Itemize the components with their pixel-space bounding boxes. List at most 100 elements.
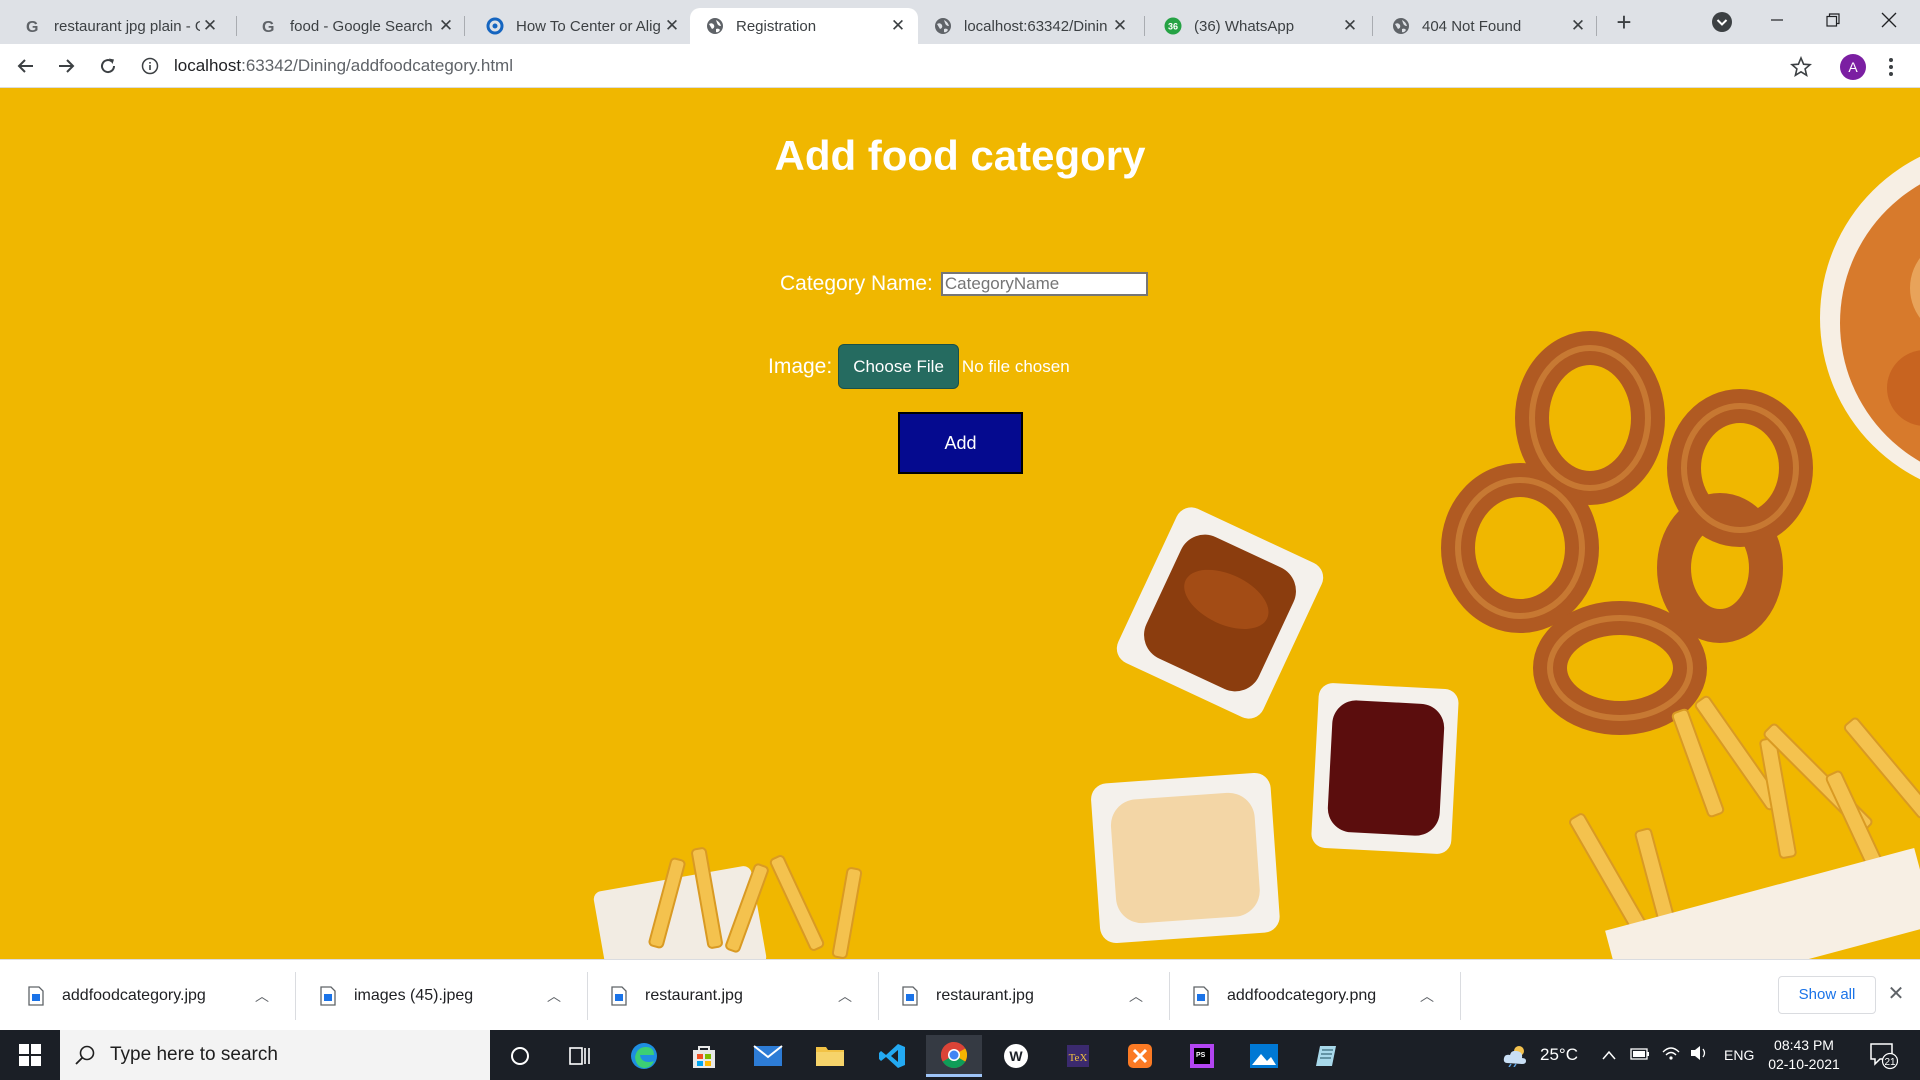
volume-icon[interactable]: [1690, 1045, 1708, 1065]
weather-widget[interactable]: 25°C: [1502, 1030, 1578, 1080]
tab-registration[interactable]: Registration ✕: [690, 8, 918, 44]
xampp-icon[interactable]: [1112, 1035, 1168, 1077]
new-tab-button[interactable]: +: [1608, 8, 1640, 36]
chevron-up-icon[interactable]: ︿: [252, 986, 272, 1006]
back-button[interactable]: [12, 52, 40, 80]
phpstorm-icon[interactable]: PS: [1174, 1035, 1230, 1077]
task-view-icon[interactable]: [552, 1035, 608, 1077]
profile-avatar[interactable]: A: [1840, 54, 1866, 80]
food-background-image: [593, 156, 1920, 959]
download-filename: images (45).jpeg: [354, 986, 474, 1004]
download-item[interactable]: restaurant.jpg ︿: [874, 960, 1146, 1031]
wifi-icon[interactable]: [1662, 1045, 1680, 1065]
close-window-button[interactable]: [1862, 0, 1916, 40]
address-bar[interactable]: localhost:63342/Dining/addfoodcategory.h…: [140, 49, 1790, 83]
store-icon[interactable]: [676, 1035, 732, 1077]
close-tab-icon[interactable]: ✕: [436, 16, 456, 36]
app-w-icon[interactable]: W: [988, 1035, 1044, 1077]
tab-how-to-center[interactable]: How To Center or Alig ✕: [470, 8, 692, 44]
menu-icon[interactable]: [1888, 56, 1894, 78]
close-tab-icon[interactable]: ✕: [1340, 16, 1360, 36]
url-host: localhost: [174, 56, 242, 75]
reload-button[interactable]: [94, 52, 122, 80]
close-shelf-icon[interactable]: ✕: [1884, 982, 1908, 1006]
edge-icon[interactable]: [616, 1035, 672, 1077]
chevron-up-icon[interactable]: ︿: [544, 986, 564, 1006]
image-label: Image:: [768, 354, 833, 378]
tab-localhost[interactable]: localhost:63342/Dinin ✕: [918, 8, 1140, 44]
download-item[interactable]: images (45).jpeg ︿: [292, 960, 564, 1031]
browser-toolbar: localhost:63342/Dining/addfoodcategory.h…: [0, 44, 1920, 88]
weather-cloud-icon: [1503, 1046, 1526, 1067]
choose-file-button[interactable]: Choose File: [838, 344, 959, 389]
restore-button[interactable]: [1806, 0, 1860, 40]
tab-food-search[interactable]: G food - Google Search ✕: [244, 8, 466, 44]
download-item[interactable]: restaurant.jpg ︿: [583, 960, 855, 1031]
file-explorer-icon[interactable]: [802, 1035, 858, 1077]
chrome-icon[interactable]: [926, 1035, 982, 1077]
latex-editor-icon[interactable]: TeX: [1050, 1035, 1106, 1077]
tab-strip: G restaurant jpg plain - G ✕ G food - Go…: [0, 0, 1920, 44]
page-title: Add food category: [774, 132, 1146, 179]
battery-icon[interactable]: [1630, 1047, 1650, 1064]
clock[interactable]: 08:43 PM 02-10-2021: [1760, 1036, 1848, 1074]
close-tab-icon[interactable]: ✕: [1110, 16, 1130, 36]
tab-search-button[interactable]: [1710, 10, 1734, 34]
notification-center-button[interactable]: 21: [1868, 1040, 1899, 1070]
tab-title: (36) WhatsApp: [1194, 17, 1295, 35]
clock-date: 02-10-2021: [1768, 1056, 1840, 1072]
minimize-button[interactable]: [1750, 0, 1804, 40]
tab-whatsapp[interactable]: 36 (36) WhatsApp ✕: [1148, 8, 1370, 44]
file-icon: [28, 985, 44, 1006]
file-icon: [1193, 985, 1209, 1006]
close-tab-icon[interactable]: ✕: [200, 16, 220, 36]
tab-divider: [1144, 16, 1145, 36]
forward-button[interactable]: [52, 52, 80, 80]
notification-count: 21: [1884, 1057, 1896, 1068]
restore-icon: [1826, 13, 1840, 27]
download-shelf: addfoodcategory.jpg ︿ images (45).jpeg ︿…: [0, 959, 1920, 1030]
close-tab-icon[interactable]: ✕: [1568, 16, 1588, 36]
globe-icon: [934, 17, 952, 35]
tab-title: 404 Not Found: [1422, 17, 1522, 35]
mail-icon[interactable]: [740, 1035, 796, 1077]
show-all-button[interactable]: Show all: [1778, 976, 1876, 1014]
close-icon: [1881, 12, 1897, 28]
info-icon[interactable]: [140, 56, 160, 76]
chevron-down-icon: [1712, 12, 1732, 32]
svg-text:36: 36: [1168, 22, 1178, 32]
svg-text:G: G: [26, 19, 38, 35]
download-item[interactable]: addfoodcategory.png ︿: [1165, 960, 1437, 1031]
category-name-label: Category Name:: [780, 272, 933, 295]
page-content: Add food category Category Name: Image: …: [0, 88, 1920, 959]
language-indicator[interactable]: ENG: [1724, 1047, 1754, 1063]
close-tab-icon[interactable]: ✕: [888, 16, 908, 36]
notification-icon: 21: [1870, 1043, 1899, 1070]
divider: [1460, 972, 1461, 1020]
file-icon: [902, 985, 918, 1006]
chevron-up-icon[interactable]: ︿: [1417, 986, 1437, 1006]
start-button[interactable]: [0, 1030, 60, 1080]
tab-restaurant-jpg[interactable]: G restaurant jpg plain - G ✕: [8, 8, 230, 44]
download-item[interactable]: addfoodcategory.jpg ︿: [0, 960, 272, 1031]
cortana-icon[interactable]: [492, 1035, 548, 1077]
chevron-up-icon[interactable]: ︿: [1126, 986, 1146, 1006]
close-tab-icon[interactable]: ✕: [662, 16, 682, 36]
bookmark-star-icon[interactable]: [1790, 55, 1812, 78]
tab-title: How To Center or Alig: [516, 17, 661, 35]
tab-404[interactable]: 404 Not Found ✕: [1376, 8, 1598, 44]
whatsapp-icon: 36: [1164, 17, 1182, 35]
svg-text:G: G: [262, 19, 274, 35]
vscode-icon[interactable]: [864, 1035, 920, 1077]
photos-icon[interactable]: [1236, 1035, 1292, 1077]
reload-icon: [101, 58, 116, 74]
taskbar-search-box[interactable]: Type here to search: [60, 1030, 490, 1080]
chevron-up-icon[interactable]: [1602, 1047, 1616, 1064]
category-name-input[interactable]: [940, 272, 1148, 296]
globe-icon: [1392, 17, 1410, 35]
download-filename: restaurant.jpg: [936, 986, 1034, 1004]
chevron-up-icon[interactable]: ︿: [835, 986, 855, 1006]
notepad-icon[interactable]: [1298, 1035, 1354, 1077]
add-button[interactable]: Add: [898, 412, 1023, 474]
tab-title: Registration: [736, 17, 817, 35]
